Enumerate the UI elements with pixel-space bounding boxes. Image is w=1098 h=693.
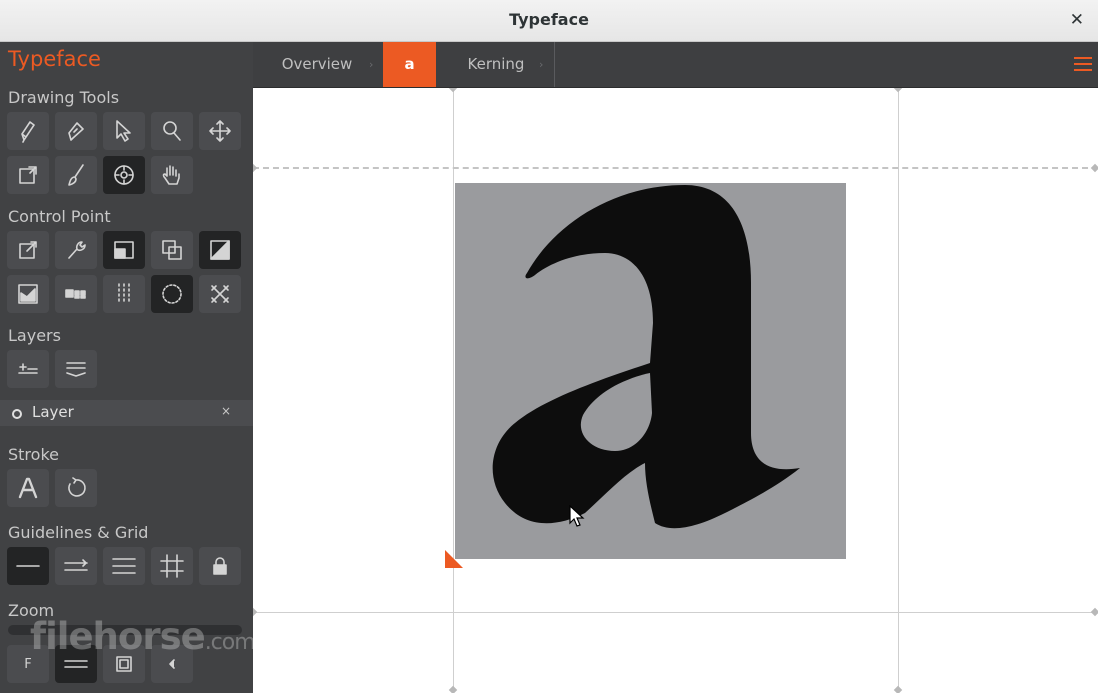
- section-stroke: Stroke: [8, 445, 59, 464]
- hand-button[interactable]: [151, 156, 193, 194]
- section-layers: Layers: [8, 326, 61, 345]
- section-drawing-tools: Drawing Tools: [8, 88, 120, 107]
- lines-multi-button[interactable]: [103, 547, 145, 585]
- point-select-button[interactable]: [103, 156, 145, 194]
- title-bar: Typeface ✕: [0, 0, 1098, 42]
- pen-icon: [21, 121, 35, 143]
- select-arrow-icon: [116, 120, 131, 142]
- point-select-icon: [114, 165, 134, 185]
- guide-handle[interactable]: [448, 88, 458, 93]
- guide-handle[interactable]: [1090, 607, 1098, 617]
- union-button[interactable]: [151, 231, 193, 269]
- delete-points-button[interactable]: [199, 275, 241, 313]
- union-icon: [162, 240, 182, 260]
- move-icon: [209, 120, 231, 142]
- layer-remove-button[interactable]: ×: [221, 404, 231, 418]
- layer-list-button[interactable]: [55, 350, 97, 388]
- guide-handle[interactable]: [253, 163, 258, 173]
- window-title: Typeface: [509, 10, 589, 29]
- x-height-guide[interactable]: [253, 167, 1098, 169]
- app-name: Typeface: [8, 47, 101, 71]
- layer-visibility-icon[interactable]: [12, 409, 22, 419]
- dots-row-button[interactable]: [55, 275, 97, 313]
- wrench-icon: [68, 241, 86, 259]
- select-button[interactable]: [103, 112, 145, 150]
- left-bearing-guide[interactable]: [453, 88, 454, 693]
- add-layer-button[interactable]: [7, 350, 49, 388]
- lock-button[interactable]: [199, 547, 241, 585]
- rotate-icon: [68, 477, 86, 497]
- image-icon: [18, 284, 38, 304]
- bezier-pen-button[interactable]: [55, 112, 97, 150]
- zoom-magnifier-icon: [163, 121, 181, 141]
- baseline-icon: [16, 565, 40, 567]
- text-stroke-icon: [18, 477, 38, 499]
- lines-multi-icon: [112, 558, 136, 574]
- tie-point-button[interactable]: [7, 231, 49, 269]
- image-resize-handle[interactable]: [445, 550, 463, 568]
- guide-handle[interactable]: [253, 607, 258, 617]
- corner-icon: [114, 241, 134, 259]
- baseline-button[interactable]: [7, 547, 49, 585]
- close-button[interactable]: ✕: [1070, 10, 1084, 30]
- watermark-logo: filehorse.com: [30, 615, 253, 658]
- circle-dotted-icon: [162, 284, 182, 304]
- tab-glyph-a[interactable]: a: [383, 42, 436, 87]
- tie-point-icon: [19, 241, 37, 259]
- lines-button[interactable]: [55, 547, 97, 585]
- guide-handle[interactable]: [1090, 163, 1098, 173]
- wrench-button[interactable]: [55, 231, 97, 269]
- baseline-guide[interactable]: [253, 612, 1098, 613]
- lines-icon: [64, 559, 88, 571]
- tab-bar: Overview › a Kerning ›: [253, 42, 1098, 88]
- background-image[interactable]: [455, 183, 846, 559]
- rotate-button[interactable]: [55, 469, 97, 507]
- delete-points-icon: [211, 285, 229, 303]
- grid-icon: [160, 554, 184, 578]
- circle-dotted-button[interactable]: [151, 275, 193, 313]
- zoom-fit-label: F: [24, 656, 32, 672]
- hamburger-menu-icon[interactable]: [1074, 57, 1092, 71]
- glyph-a-image: [492, 185, 800, 529]
- resize-button[interactable]: [7, 156, 49, 194]
- layer-name: Layer: [32, 403, 74, 421]
- resize-icon: [19, 166, 37, 184]
- dots-grid-icon: [118, 283, 130, 305]
- zoom-tool-button[interactable]: [151, 112, 193, 150]
- layer-list-icon: [66, 362, 86, 377]
- guide-handle[interactable]: [448, 685, 458, 693]
- brush-button[interactable]: [55, 156, 97, 194]
- tab-overview-arrow-icon: ›: [369, 58, 374, 71]
- layer-item[interactable]: Layer ×: [0, 400, 253, 426]
- add-layer-icon: [18, 363, 38, 374]
- tab-kerning[interactable]: Kerning: [438, 42, 554, 87]
- contrast-button[interactable]: [199, 231, 241, 269]
- tab-separator: [554, 42, 555, 87]
- brush-icon: [68, 164, 84, 186]
- guide-handle[interactable]: [893, 88, 903, 93]
- tab-overview[interactable]: Overview: [253, 42, 381, 87]
- right-bearing-guide[interactable]: [898, 88, 899, 693]
- move-button[interactable]: [199, 112, 241, 150]
- text-stroke-button[interactable]: [7, 469, 49, 507]
- pen-tool-button[interactable]: [7, 112, 49, 150]
- guide-handle[interactable]: [893, 685, 903, 693]
- sidebar: Typeface Drawing Tools Control Point Lay…: [0, 42, 253, 693]
- image-button[interactable]: [7, 275, 49, 313]
- bezier-pen-icon: [68, 122, 84, 141]
- lock-icon: [213, 557, 227, 575]
- mouse-cursor-icon: [569, 505, 585, 527]
- contrast-icon: [210, 240, 230, 260]
- section-control-point: Control Point: [8, 207, 111, 226]
- grid-button[interactable]: [151, 547, 193, 585]
- section-guidelines: Guidelines & Grid: [8, 523, 149, 542]
- tab-kerning-arrow-icon: ›: [539, 58, 544, 71]
- hand-icon: [162, 165, 180, 185]
- dots-grid-button[interactable]: [103, 275, 145, 313]
- dots-row-icon: [65, 289, 86, 299]
- glyph-canvas[interactable]: [253, 88, 1098, 693]
- corner-button[interactable]: [103, 231, 145, 269]
